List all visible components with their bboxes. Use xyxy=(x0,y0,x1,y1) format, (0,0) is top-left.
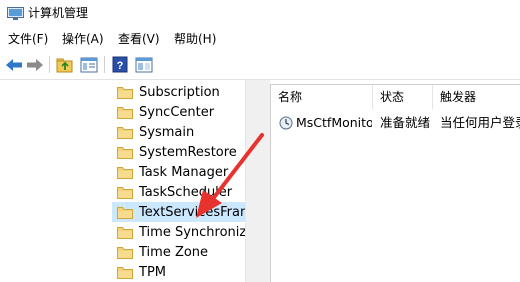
task-status: 准备就绪 xyxy=(380,115,431,130)
tree-scrollbar[interactable] xyxy=(245,80,262,282)
folder-icon xyxy=(117,166,133,179)
tree-item[interactable]: SyncCenter xyxy=(112,102,245,122)
tree-item-label: TaskScheduler xyxy=(139,184,233,200)
tree-item[interactable]: Time Zone xyxy=(112,242,245,262)
tree-item-label: Subscription xyxy=(139,84,220,100)
column-header-name[interactable]: 名称 xyxy=(271,85,373,109)
task-clock-icon xyxy=(279,116,297,130)
computer-management-icon xyxy=(7,6,24,20)
task-trigger: 当任何用户登录时 xyxy=(440,115,520,130)
computer-management-window: 计算机管理 文件(F) 操作(A) 查看(V) 帮助(H) ? Subscrip… xyxy=(0,0,520,282)
folder-icon xyxy=(117,106,133,119)
task-list-pane: 名称 状态 触发器 MsCtfMonitor 准备就绪 当任何用户登录时 xyxy=(270,84,520,282)
menu-help[interactable]: 帮助(H) xyxy=(174,32,216,47)
folder-icon xyxy=(117,206,133,219)
forward-arrow-icon[interactable] xyxy=(25,55,45,74)
navigation-tree: Subscription SyncCenter Sysmain SystemResto… xyxy=(0,80,262,282)
folder-icon xyxy=(117,186,133,199)
folder-icon xyxy=(117,126,133,139)
tree-item-label: Task Manager xyxy=(139,164,229,180)
tree-item[interactable]: TPM xyxy=(112,262,245,282)
window-title: 计算机管理 xyxy=(28,6,89,20)
pane-splitter[interactable] xyxy=(262,80,270,282)
menu-bar: 文件(F) 操作(A) 查看(V) 帮助(H) xyxy=(0,28,520,50)
tree-item-label: TPM xyxy=(139,264,166,280)
tree-item-label: Time Synchronization xyxy=(139,224,245,240)
tree-item[interactable]: Time Synchronization xyxy=(112,222,245,242)
tree-item-label: TextServicesFramework xyxy=(139,204,245,220)
title-bar: 计算机管理 xyxy=(0,0,520,28)
tree-item[interactable]: TextServicesFramework xyxy=(112,202,245,222)
tree-item[interactable]: Sysmain xyxy=(112,122,245,142)
column-header-trigger[interactable]: 触发器 xyxy=(433,85,520,109)
tree-item[interactable]: Subscription xyxy=(112,82,245,102)
tree-item[interactable]: SystemRestore xyxy=(112,142,245,162)
toolbar: ? xyxy=(0,50,520,80)
show-tree-icon[interactable] xyxy=(79,55,99,74)
tree-item[interactable]: Task Manager xyxy=(112,162,245,182)
back-arrow-icon[interactable] xyxy=(4,55,24,74)
toolbar-separator xyxy=(49,56,50,73)
tree-item-label: Time Zone xyxy=(139,244,209,260)
toolbar-separator xyxy=(104,56,105,73)
tree-item-label: SyncCenter xyxy=(139,104,215,120)
menu-file[interactable]: 文件(F) xyxy=(8,32,48,47)
svg-text:?: ? xyxy=(117,60,124,72)
column-header-status[interactable]: 状态 xyxy=(373,85,433,109)
tree-item[interactable]: TaskScheduler xyxy=(112,182,245,202)
tree-item-label: SystemRestore xyxy=(139,144,237,160)
folder-icon xyxy=(117,146,133,159)
folder-icon xyxy=(117,246,133,259)
help-icon[interactable]: ? xyxy=(110,55,130,74)
task-name: MsCtfMonitor xyxy=(296,115,372,130)
folder-icon xyxy=(117,86,133,99)
properties-icon[interactable] xyxy=(134,55,154,74)
up-folder-icon[interactable] xyxy=(55,55,75,74)
folder-icon xyxy=(117,266,133,279)
menu-view[interactable]: 查看(V) xyxy=(118,32,160,47)
tree-item-label: Sysmain xyxy=(139,124,195,140)
folder-icon xyxy=(117,226,133,239)
menu-action[interactable]: 操作(A) xyxy=(62,32,104,47)
table-row[interactable]: MsCtfMonitor 准备就绪 当任何用户登录时 xyxy=(271,113,520,133)
